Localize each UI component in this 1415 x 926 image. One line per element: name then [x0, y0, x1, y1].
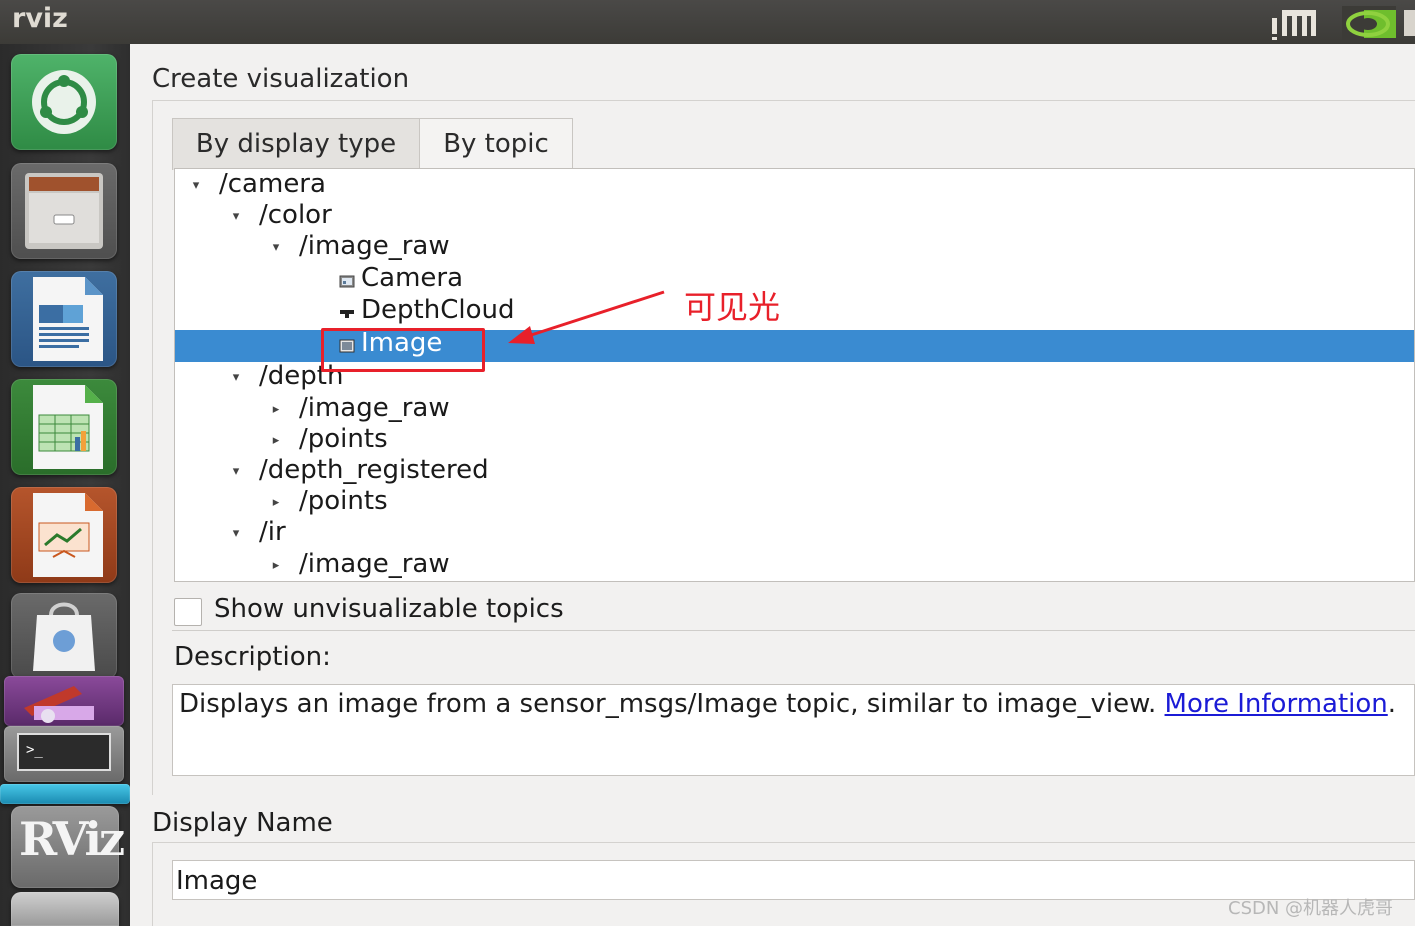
top-panel: rviz	[0, 0, 1415, 44]
impress-presentation-icon[interactable]	[11, 487, 117, 583]
show-unvisualizable-label[interactable]: Show unvisualizable topics	[214, 594, 564, 624]
expand-arrow-icon[interactable]: ▸	[268, 426, 284, 456]
file-cabinet-icon[interactable]	[11, 163, 117, 259]
tree-item-label: /color	[259, 200, 332, 230]
tree-item-label: /image_raw	[299, 549, 450, 579]
camera-display-icon	[339, 275, 355, 288]
network-icon[interactable]	[1270, 4, 1318, 40]
highlight-box	[321, 328, 485, 372]
tree-item-depth-registered-points[interactable]: ▸ /points	[175, 486, 1414, 520]
ubuntu-dash-icon[interactable]	[11, 54, 117, 150]
more-information-link[interactable]: More Information	[1165, 689, 1388, 719]
watermark: CSDN @机器人虎哥	[1228, 898, 1394, 919]
topic-tree[interactable]: ▾ /camera ▾ /color ▾ /image_raw Camera D…	[174, 168, 1415, 582]
description-body: Displays an image from a sensor_msgs/Ima…	[179, 689, 1165, 719]
create-visualization-heading: Create visualization	[152, 64, 410, 94]
expand-arrow-icon[interactable]: ▾	[228, 519, 244, 549]
trash-icon[interactable]	[11, 892, 119, 926]
indicator-icon[interactable]	[1404, 10, 1415, 36]
expand-arrow-icon[interactable]: ▾	[228, 363, 244, 393]
description-text: Displays an image from a sensor_msgs/Ima…	[179, 689, 1396, 719]
tree-item-camera-display[interactable]: Camera	[175, 263, 1414, 297]
expand-arrow-icon[interactable]: ▾	[228, 457, 244, 487]
expand-arrow-icon[interactable]: ▾	[228, 202, 244, 232]
active-indicator	[0, 784, 130, 804]
tab-by-topic[interactable]: By topic	[419, 118, 573, 170]
tree-item-ir-image-raw[interactable]: ▸ /image_raw	[175, 549, 1414, 581]
tree-item-depth-registered[interactable]: ▾ /depth_registered	[175, 455, 1414, 489]
tree-item-depthcloud-display[interactable]: DepthCloud	[175, 295, 1414, 329]
tree-item-label: /points	[299, 486, 388, 516]
rviz-label: RViz	[19, 812, 125, 866]
tree-item-label: /image_raw	[299, 393, 450, 423]
calc-spreadsheet-icon[interactable]	[11, 379, 117, 475]
expand-arrow-icon[interactable]: ▾	[268, 233, 284, 263]
tab-by-display-type[interactable]: By display type	[172, 118, 420, 170]
nvidia-icon[interactable]	[1342, 6, 1396, 40]
tree-item-color-image-raw[interactable]: ▾ /image_raw	[175, 231, 1414, 265]
software-center-bag-icon[interactable]	[11, 593, 117, 679]
description-heading: Description:	[174, 642, 331, 672]
expand-arrow-icon[interactable]: ▸	[268, 551, 284, 581]
tree-item-depth-image-raw[interactable]: ▸ /image_raw	[175, 393, 1414, 427]
annotation-arrow-icon	[508, 290, 665, 344]
window-title: rviz	[12, 3, 68, 34]
tree-item-ir[interactable]: ▾ /ir	[175, 517, 1414, 551]
expand-arrow-icon[interactable]: ▾	[188, 171, 204, 201]
tree-item-color[interactable]: ▾ /color	[175, 200, 1414, 234]
svg-text:>_: >_	[26, 742, 43, 758]
annotation-label: 可见光	[684, 288, 781, 326]
tree-item-label: /image_raw	[299, 231, 450, 261]
tree-item-label: DepthCloud	[361, 295, 515, 325]
depthcloud-display-icon	[340, 310, 354, 318]
description-period: .	[1387, 689, 1397, 719]
tree-item-label: Camera	[361, 263, 464, 293]
writer-document-icon[interactable]	[11, 271, 117, 367]
expand-arrow-icon[interactable]: ▸	[268, 488, 284, 518]
tree-item-label: /ir	[259, 517, 286, 547]
tree-item-label: /camera	[219, 169, 326, 199]
description-box: Displays an image from a sensor_msgs/Ima…	[172, 684, 1415, 776]
tree-item-label: /points	[299, 424, 388, 454]
tree-item-label: /depth_registered	[259, 455, 489, 485]
divider	[172, 630, 1415, 631]
expand-arrow-icon[interactable]: ▸	[268, 395, 284, 425]
show-unvisualizable-checkbox[interactable]	[174, 598, 202, 626]
terminal-icon[interactable]: >_	[4, 726, 124, 782]
tree-item-depth-points[interactable]: ▸ /points	[175, 424, 1414, 458]
tree-item-camera[interactable]: ▾ /camera	[175, 169, 1414, 203]
rviz-app-icon[interactable]: RViz	[11, 806, 125, 888]
system-settings-icon[interactable]	[4, 676, 124, 726]
display-name-heading: Display Name	[152, 808, 333, 838]
